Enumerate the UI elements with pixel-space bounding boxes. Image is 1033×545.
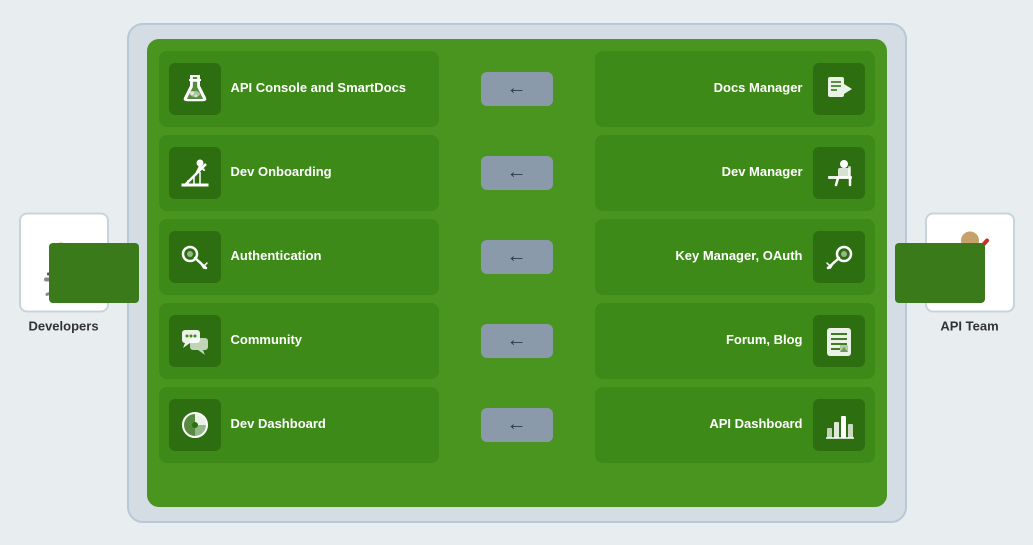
key-icon [178, 240, 212, 274]
devmanager-icon [822, 156, 856, 190]
docs-icon [822, 72, 856, 106]
authentication-item: Authentication [159, 219, 439, 295]
authentication-label: Authentication [231, 248, 322, 265]
dev-dashboard-label: Dev Dashboard [231, 416, 326, 433]
arrow-2 [477, 135, 557, 211]
docs-manager-icon-box [813, 63, 865, 115]
apiteam-person: API Team [925, 212, 1015, 333]
dev-manager-label: Dev Manager [722, 164, 803, 181]
arrow-connector-2 [481, 156, 553, 190]
api-console-label: API Console and SmartDocs [231, 80, 407, 97]
developers-person: Developers [19, 212, 109, 333]
chat-icon [178, 324, 212, 358]
community-icon-box [169, 315, 221, 367]
flask-icon [178, 72, 212, 106]
key-manager-item: Key Manager, OAuth [595, 219, 875, 295]
dev-dashboard-icon-box [169, 399, 221, 451]
key-manager-label: Key Manager, OAuth [675, 248, 802, 265]
arrow-connector-1 [481, 72, 553, 106]
inner-box: API Console and SmartDocs [147, 39, 887, 507]
dev-onboarding-item: Dev Onboarding [159, 135, 439, 211]
apiteam-label: API Team [940, 318, 998, 333]
apiteam-icon-box [925, 212, 1015, 312]
arrow-4 [477, 303, 557, 379]
outer-box: Developers [127, 23, 907, 523]
docs-manager-label: Docs Manager [714, 80, 803, 97]
middle-column [439, 51, 595, 495]
developers-label: Developers [28, 318, 98, 333]
api-dashboard-item: API Dashboard [595, 387, 875, 463]
api-console-icon-box [169, 63, 221, 115]
forum-blog-item: Forum, Blog [595, 303, 875, 379]
api-dashboard-label: API Dashboard [709, 416, 802, 433]
forum-blog-icon-box [813, 315, 865, 367]
apiteam-svg [935, 222, 1005, 302]
arrow-3 [477, 219, 557, 295]
authentication-icon-box [169, 231, 221, 283]
community-item: Community [159, 303, 439, 379]
dev-manager-icon-box [813, 147, 865, 199]
barchart-icon [822, 408, 856, 442]
developer-svg [29, 222, 99, 302]
key-manager-icon-box [813, 231, 865, 283]
forum-icon [822, 324, 856, 358]
arrow-5 [477, 387, 557, 463]
diagram-container: Developers [27, 13, 1007, 533]
arrow-connector-5 [481, 408, 553, 442]
docs-manager-item: Docs Manager [595, 51, 875, 127]
api-console-item: API Console and SmartDocs [159, 51, 439, 127]
arrow-connector-4 [481, 324, 553, 358]
forum-blog-label: Forum, Blog [726, 332, 803, 349]
developers-icon-box [19, 212, 109, 312]
right-panel: Docs Manager [595, 51, 875, 495]
community-label: Community [231, 332, 303, 349]
dev-manager-item: Dev Manager [595, 135, 875, 211]
left-panel: API Console and SmartDocs [159, 51, 439, 495]
dev-onboarding-icon-box [169, 147, 221, 199]
arrow-1 [477, 51, 557, 127]
keymanager-icon [822, 240, 856, 274]
dev-onboarding-label: Dev Onboarding [231, 164, 332, 181]
escalator-icon [178, 156, 212, 190]
api-dashboard-icon-box [813, 399, 865, 451]
arrow-connector-3 [481, 240, 553, 274]
dev-dashboard-item: Dev Dashboard [159, 387, 439, 463]
piechart-icon [178, 408, 212, 442]
